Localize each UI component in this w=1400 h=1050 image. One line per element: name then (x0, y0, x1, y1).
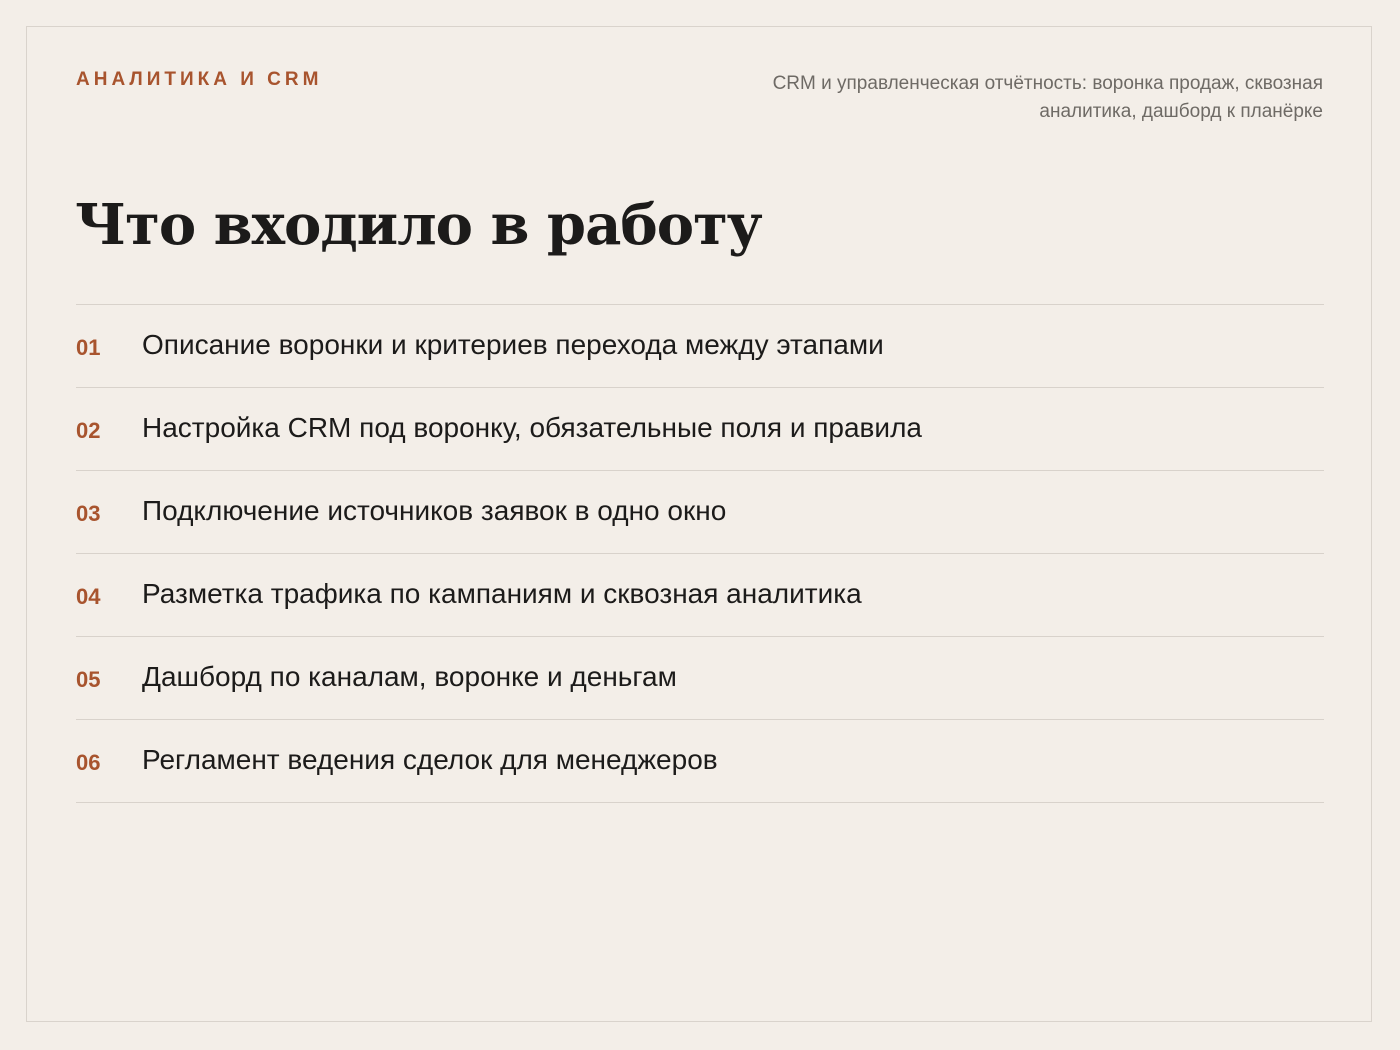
item-number: 01 (76, 335, 101, 360)
item-text: Регламент ведения сделок для менеджеров (142, 744, 718, 775)
item-text: Разметка трафика по кампаниям и сквозная… (142, 578, 862, 609)
slide-frame: АНАЛИТИКА И CRM CRM и управленческая отч… (26, 26, 1372, 1022)
section-label: АНАЛИТИКА И CRM (76, 69, 323, 90)
item-number: 05 (76, 667, 101, 692)
list-item: 05 Дашборд по каналам, воронке и деньгам (76, 637, 1324, 720)
item-text: Подключение источников заявок в одно окн… (142, 495, 727, 526)
item-number: 02 (76, 418, 101, 443)
item-text: Дашборд по каналам, воронке и деньгам (142, 661, 677, 692)
item-number: 06 (76, 750, 101, 775)
list-item: 03 Подключение источников заявок в одно … (76, 471, 1324, 554)
page-title: Что входило в работу (75, 192, 763, 258)
item-number: 03 (76, 501, 101, 526)
item-number: 04 (76, 584, 101, 609)
item-text: Описание воронки и критериев перехода ме… (142, 329, 884, 360)
list-item: 02 Настройка CRM под воронку, обязательн… (76, 388, 1324, 471)
list-item: 06 Регламент ведения сделок для менеджер… (76, 720, 1324, 803)
list-item: 01 Описание воронки и критериев перехода… (76, 305, 1324, 388)
item-text: Настройка CRM под воронку, обязательные … (142, 412, 922, 443)
list-item: 04 Разметка трафика по кампаниям и сквоз… (76, 554, 1324, 637)
work-items-list: 01 Описание воронки и критериев перехода… (76, 304, 1324, 803)
slide-subtitle: CRM и управленческая отчётность: воронка… (772, 73, 1323, 122)
